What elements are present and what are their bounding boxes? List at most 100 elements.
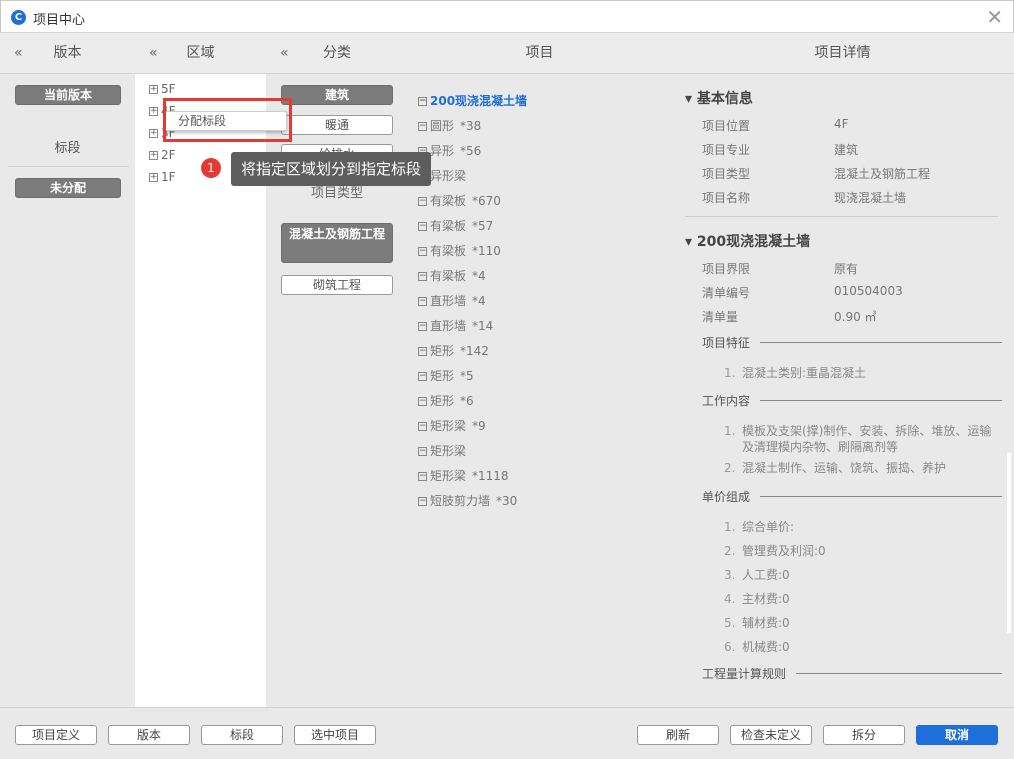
item-count: *38 — [460, 119, 482, 133]
project-list-item[interactable]: − 有梁板 *670 — [418, 192, 501, 209]
collapse-node-icon[interactable]: − — [418, 422, 427, 431]
item-count: *142 — [460, 344, 489, 358]
price-heading: 单价组成 — [702, 488, 1002, 505]
item-name: 异形 — [430, 144, 455, 158]
project-list-item[interactable]: − 矩形 *5 — [418, 367, 474, 384]
step-badge: 1 — [201, 158, 221, 178]
scrollbar[interactable] — [1007, 453, 1011, 633]
basic-info-title: ▾ 基本信息 — [685, 91, 753, 107]
project-list-item[interactable]: − 直形墙 *4 — [418, 292, 486, 309]
details-header: 项目详情 — [671, 33, 1014, 74]
collapse-node-icon[interactable]: − — [418, 222, 427, 231]
split-button[interactable]: 拆分 — [823, 725, 905, 745]
item-count: *110 — [472, 244, 501, 258]
project-list-item[interactable]: − 圆形 *38 — [418, 117, 481, 134]
collapse-node-icon[interactable]: − — [418, 322, 427, 331]
collapse-node-icon[interactable]: − — [418, 97, 427, 106]
version-button[interactable]: 版本 — [108, 725, 190, 745]
title-bar: C 项目中心 ✕ — [0, 0, 1014, 33]
item-count: *4 — [472, 269, 486, 283]
collapse-node-icon[interactable]: − — [418, 122, 427, 131]
collapse-node-icon[interactable]: − — [418, 447, 427, 456]
project-list-item[interactable]: − 矩形梁 *9 — [418, 417, 486, 434]
field-label: 项目名称 — [702, 191, 751, 205]
project-list-item[interactable]: − 矩形 *6 — [418, 392, 474, 409]
item-count: *4 — [472, 294, 486, 308]
tree-node-floor[interactable]: +1F — [149, 170, 176, 184]
rules-heading: 工程量计算规则 — [702, 665, 1002, 682]
section-title: 200现浇混凝土墙 — [696, 234, 811, 250]
project-list-item[interactable]: − 有梁板 *57 — [418, 217, 493, 234]
bottom-bar: 项目定义 版本 标段 选中项目 刷新 检查未定义 拆分 取消 — [0, 707, 1014, 759]
item-name: 矩形梁 — [430, 444, 467, 458]
project-list-item[interactable]: − 有梁板 *4 — [418, 267, 486, 284]
field-value: 混凝土及钢筋工程 — [834, 167, 931, 181]
tree-node-floor[interactable]: +2F — [149, 148, 176, 162]
collapse-node-icon[interactable]: − — [418, 497, 427, 506]
unassigned-button[interactable]: 未分配 — [15, 178, 121, 198]
version-header: « 版本 — [0, 33, 135, 74]
item-count: *5 — [460, 369, 474, 383]
item-count: *30 — [496, 494, 518, 508]
expand-icon[interactable]: + — [149, 129, 158, 138]
collapse-icon[interactable]: « — [14, 33, 23, 73]
collapse-node-icon[interactable]: − — [418, 197, 427, 206]
work-heading: 工作内容 — [702, 392, 1002, 409]
collapse-node-icon[interactable]: − — [418, 297, 427, 306]
price-item: 2. 管理费及利润:0 — [724, 544, 826, 558]
collapse-icon[interactable]: « — [149, 33, 158, 73]
project-list-item[interactable]: − 直形墙 *14 — [418, 317, 493, 334]
expand-icon[interactable]: + — [149, 173, 158, 182]
collapse-node-icon[interactable]: − — [418, 397, 427, 406]
divider — [685, 216, 998, 217]
expand-icon[interactable]: + — [149, 151, 158, 160]
item-count: *1118 — [472, 469, 509, 483]
collapse-node-icon[interactable]: − — [418, 372, 427, 381]
project-list-item[interactable]: −200现浇混凝土墙 — [418, 92, 527, 109]
select-project-button[interactable]: 选中项目 — [294, 725, 376, 745]
check-undefined-button[interactable]: 检查未定义 — [730, 725, 812, 745]
expand-icon[interactable]: + — [149, 107, 158, 116]
item-name: 矩形 — [430, 369, 455, 383]
cancel-button[interactable]: 取消 — [916, 725, 998, 745]
collapse-node-icon[interactable]: − — [418, 272, 427, 281]
project-list-item[interactable]: − 有梁板 *110 — [418, 242, 501, 259]
collapse-icon[interactable]: « — [280, 33, 289, 73]
collapse-node-icon[interactable]: − — [418, 247, 427, 256]
project-list-item[interactable]: − 短肢剪力墙 *30 — [418, 492, 517, 509]
refresh-button[interactable]: 刷新 — [637, 725, 719, 745]
item-name: 矩形梁 — [430, 419, 467, 433]
type-masonry-button[interactable]: 砌筑工程 — [281, 275, 393, 295]
tree-node-floor[interactable]: +5F — [149, 82, 176, 96]
floor-label: 5F — [161, 82, 176, 96]
close-icon[interactable]: ✕ — [986, 5, 1003, 29]
section-button[interactable]: 标段 — [201, 725, 283, 745]
field-value: 建筑 — [834, 143, 859, 157]
type-concrete-button[interactable]: 混凝土及钢筋工程 — [281, 223, 393, 263]
field-value: 4F — [834, 117, 849, 131]
item-name: 有梁板 — [430, 194, 467, 208]
section-title: 基本信息 — [696, 91, 753, 107]
project-list-item[interactable]: − 矩形 *142 — [418, 342, 489, 359]
header-label: 区域 — [186, 45, 215, 61]
collapse-node-icon[interactable]: − — [418, 472, 427, 481]
expand-icon[interactable]: + — [149, 85, 158, 94]
header-label: 分类 — [323, 45, 351, 61]
item-name: 直形墙 — [430, 294, 467, 308]
specialty-hvac-button[interactable]: 暖通 — [281, 115, 393, 135]
project-list-item[interactable]: − 矩形梁 *1118 — [418, 467, 509, 484]
divider — [8, 166, 129, 167]
project-list-item[interactable]: − 矩形梁 — [418, 442, 466, 459]
item-name: 异形梁 — [430, 169, 467, 183]
field-value: 010504003 — [834, 284, 903, 298]
field-label: 项目类型 — [702, 167, 751, 181]
current-version-button[interactable]: 当前版本 — [15, 85, 121, 105]
project-definition-button[interactable]: 项目定义 — [15, 725, 97, 745]
item-count: *9 — [472, 419, 486, 433]
price-item: 1. 综合单价: — [724, 520, 795, 534]
specialty-architecture-button[interactable]: 建筑 — [281, 85, 393, 105]
floor-label: 2F — [161, 148, 176, 162]
collapse-node-icon[interactable]: − — [418, 347, 427, 356]
field-label: 项目界限 — [702, 262, 751, 276]
item-name: 有梁板 — [430, 219, 467, 233]
